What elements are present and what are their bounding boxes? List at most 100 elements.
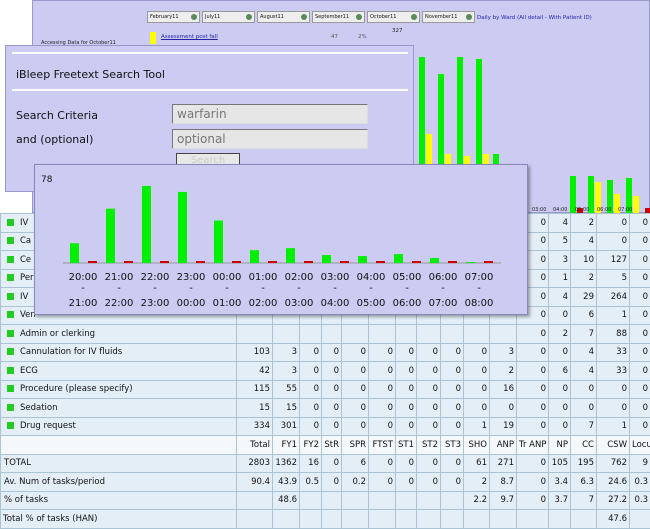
table-cell: 47.6 xyxy=(597,510,630,529)
table-cell: 55 xyxy=(273,380,300,399)
table-cell: 0 xyxy=(417,380,441,399)
green-square-icon xyxy=(7,404,14,411)
row-label-cell: Sedation xyxy=(1,399,237,418)
table-cell xyxy=(322,510,342,529)
month-select[interactable]: July11 xyxy=(202,11,255,23)
x-tick-end-label: 05:00 xyxy=(357,298,386,309)
table-cell: 0 xyxy=(417,473,441,492)
table-cell: 0 xyxy=(571,399,597,418)
chart-bar xyxy=(466,262,475,263)
table-cell: 0 xyxy=(517,417,549,436)
hourly-bar-chart: 7820:00-21:0021:00-22:0022:00-23:0023:00… xyxy=(35,165,529,316)
x-tick-end-label: 06:00 xyxy=(393,298,422,309)
chart-bar xyxy=(178,192,187,263)
column-header: Locum xyxy=(630,436,650,455)
chart-bar xyxy=(376,261,385,263)
dropdown-arrow-icon[interactable] xyxy=(411,14,417,20)
table-cell xyxy=(490,510,517,529)
table-cell: 0.3 xyxy=(630,473,650,492)
table-cell: 0 xyxy=(464,399,490,418)
legend-link-assessment[interactable]: Assessment post fall xyxy=(161,34,218,40)
month-select[interactable]: September11 xyxy=(312,11,365,23)
x-tick-dash: - xyxy=(81,283,85,294)
table-cell: 0 xyxy=(417,343,441,362)
table-cell xyxy=(369,325,396,344)
dropdown-arrow-icon[interactable] xyxy=(191,14,197,20)
table-cell xyxy=(237,491,273,510)
chart-bar xyxy=(124,261,133,263)
table-cell xyxy=(417,510,441,529)
green-square-icon xyxy=(7,237,14,244)
optional-criteria-label: and (optional) xyxy=(16,133,93,146)
search-criteria-input[interactable] xyxy=(172,104,368,124)
x-tick-dash: - xyxy=(477,283,481,294)
table-cell: 0 xyxy=(517,473,549,492)
column-header: ST2 xyxy=(417,436,441,455)
chart-bar xyxy=(70,243,79,263)
column-header: Total xyxy=(237,436,273,455)
dropdown-arrow-icon[interactable] xyxy=(466,14,472,20)
table-cell: 0.2 xyxy=(342,473,369,492)
column-header: FY2 xyxy=(300,436,322,455)
x-tick-start-label: 06:00 xyxy=(429,272,458,283)
x-tick-end-label: 08:00 xyxy=(465,298,494,309)
table-cell: 42 xyxy=(237,362,273,381)
row-label: Admin or clerking xyxy=(20,329,95,339)
month-select[interactable]: February11 xyxy=(147,11,200,23)
table-cell: 4 xyxy=(571,343,597,362)
table-cell xyxy=(417,491,441,510)
month-select-label: February11 xyxy=(150,14,179,20)
row-label-cell: Cannulation for IV fluids xyxy=(1,343,237,362)
column-header: Tr ANP xyxy=(517,436,549,455)
han-percent-row: Total % of tasks (HAN) 47.6 xyxy=(1,510,650,529)
month-select-label: November11 xyxy=(425,14,457,20)
dropdown-arrow-icon[interactable] xyxy=(356,14,362,20)
chart-bar xyxy=(430,258,439,263)
table-cell: 271 xyxy=(490,454,517,473)
x-tick-dash: - xyxy=(189,283,193,294)
chart-bar xyxy=(340,261,349,263)
table-cell: 0.5 xyxy=(300,473,322,492)
x-tick-end-label: 02:00 xyxy=(249,298,278,309)
chart-bar xyxy=(448,261,457,263)
chart-bar xyxy=(160,261,169,263)
green-square-icon xyxy=(7,330,14,337)
table-cell: 0 xyxy=(322,362,342,381)
table-cell: 0 xyxy=(549,343,571,362)
table-cell: 0 xyxy=(342,343,369,362)
table-cell: 61 xyxy=(464,454,490,473)
x-tick-dash: - xyxy=(297,283,301,294)
table-cell: 33 xyxy=(597,343,630,362)
row-label: Per xyxy=(20,273,34,283)
table-cell: 0.3 xyxy=(630,491,650,510)
table-cell: 16 xyxy=(490,380,517,399)
month-select[interactable]: August11 xyxy=(257,11,310,23)
row-label-cell: Total % of tasks (HAN) xyxy=(1,510,237,529)
x-tick-end-label: 00:00 xyxy=(177,298,206,309)
dropdown-arrow-icon[interactable] xyxy=(301,14,307,20)
table-cell: 6 xyxy=(549,362,571,381)
table-cell: 0 xyxy=(342,399,369,418)
table-row: Drug request334301000000011900710 xyxy=(1,417,650,436)
row-label-cell: Drug request xyxy=(1,417,237,436)
dropdown-arrow-icon[interactable] xyxy=(246,14,252,20)
optional-criteria-input[interactable] xyxy=(172,129,368,149)
table-cell: 0 xyxy=(441,362,464,381)
table-cell: 6.3 xyxy=(571,473,597,492)
x-tick-start-label: 21:00 xyxy=(105,272,134,283)
table-cell xyxy=(517,510,549,529)
x-tick-dash: - xyxy=(225,283,229,294)
table-cell: 0 xyxy=(517,491,549,510)
table-cell: 0 xyxy=(441,417,464,436)
table-cell: 0 xyxy=(630,417,650,436)
x-tick-start-label: 02:00 xyxy=(285,272,314,283)
table-cell: 0 xyxy=(396,362,417,381)
table-cell: 105 xyxy=(549,454,571,473)
table-cell: 0 xyxy=(396,473,417,492)
table-cell: 1 xyxy=(464,417,490,436)
green-square-icon xyxy=(7,311,14,318)
table-cell xyxy=(630,510,650,529)
column-header: FTST xyxy=(369,436,396,455)
table-cell: 0 xyxy=(630,288,650,307)
table-cell: 48.6 xyxy=(273,491,300,510)
